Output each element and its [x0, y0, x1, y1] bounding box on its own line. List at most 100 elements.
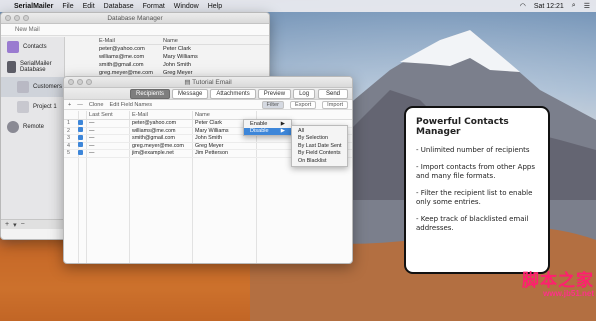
mail-window-title: ▤ Tutorial Email: [64, 78, 352, 86]
add-recipient-button[interactable]: +: [68, 102, 71, 108]
remove-icon[interactable]: −: [21, 221, 25, 228]
cell-last-sent: —: [89, 120, 95, 127]
menu-window[interactable]: Window: [174, 3, 199, 10]
submenu-arrow-icon: ▶: [280, 120, 285, 127]
customers-icon: [17, 81, 29, 93]
tab-preview[interactable]: Preview: [257, 88, 292, 99]
column-header-last-sent[interactable]: Last Sent: [86, 112, 129, 118]
column-header[interactable]: E-Mail: [99, 38, 163, 44]
zoom-icon[interactable]: [86, 79, 92, 85]
mail-titlebar: ▤ Tutorial Email: [64, 77, 352, 88]
table-row[interactable]: smith@gmail.com John Smith: [99, 61, 269, 69]
cell-name: Jim Petterson: [195, 150, 228, 157]
sidebar-label: Contacts: [23, 44, 47, 50]
submenu-item-by-last-date-sent[interactable]: By Last Date Sent: [292, 142, 347, 150]
sidebar-item-project[interactable]: Project 1: [1, 97, 64, 117]
filter-button[interactable]: Filter: [261, 100, 284, 109]
menu-item-disable[interactable]: Disable ▶: [244, 127, 291, 135]
edit-field-names-button[interactable]: Edit Field Names: [110, 102, 153, 108]
zoom-icon[interactable]: [23, 15, 29, 21]
enabled-checkbox[interactable]: [78, 149, 83, 155]
list-icon[interactable]: ☰: [584, 2, 590, 10]
cell-last-sent: —: [89, 135, 95, 142]
submenu-item-all[interactable]: All: [292, 127, 347, 135]
callout-point: - Unlimited number of recipients: [416, 146, 530, 154]
sidebar-item-customers[interactable]: Customers: [1, 77, 64, 97]
cell: smith@gmail.com: [99, 62, 144, 68]
cell: williams@me.com: [99, 54, 145, 60]
contacts-icon: [7, 41, 19, 53]
callout-title: Powerful Contacts Manager: [416, 117, 509, 137]
close-icon[interactable]: [68, 79, 74, 85]
submenu-item-on-blacklist[interactable]: On Blacklist: [292, 157, 347, 165]
project-icon: [17, 101, 29, 113]
dropdown-icon[interactable]: ▾: [13, 221, 17, 229]
table-row[interactable]: williams@me.com Mary Williams: [99, 53, 269, 61]
new-mail-button[interactable]: New Mail: [1, 24, 269, 36]
wifi-icon[interactable]: ◠: [520, 2, 526, 10]
cell-email: peter@yahoo.com: [132, 120, 177, 127]
callout-point: - Filter the recipient list to enable on…: [416, 189, 533, 206]
cell: John Smith: [163, 62, 191, 68]
minimize-icon[interactable]: [14, 15, 20, 21]
tab-message[interactable]: Message: [172, 88, 209, 99]
close-icon[interactable]: [5, 15, 11, 21]
table-header: E-Mail Name: [99, 37, 269, 45]
filter-menu: Enable ▶ Disable ▶: [243, 119, 292, 136]
enabled-checkbox[interactable]: [78, 119, 83, 125]
submenu-item-by-selection[interactable]: By Selection: [292, 135, 347, 143]
submenu-item-by-field-contents[interactable]: By Field Contents: [292, 150, 347, 158]
menu-bar: SerialMailer File Edit Database Format W…: [0, 0, 596, 12]
tab-attachments[interactable]: Attachments: [210, 88, 256, 99]
column-header[interactable]: Name: [163, 38, 178, 44]
sidebar-label: Customers: [33, 84, 63, 90]
tab-log[interactable]: Log: [293, 88, 316, 99]
send-button[interactable]: Send: [317, 88, 348, 99]
cell-email: williams@me.com: [132, 127, 176, 134]
cell: Peter Clark: [163, 46, 191, 52]
menu-item-label: Enable: [250, 120, 268, 127]
menu-help[interactable]: Help: [208, 3, 222, 10]
enabled-checkbox[interactable]: [78, 134, 83, 140]
menu-item-enable[interactable]: Enable ▶: [244, 120, 291, 128]
add-icon[interactable]: +: [5, 221, 9, 228]
tutorial-email-window: ▤ Tutorial Email Recipients Message Atta…: [63, 76, 353, 264]
import-button[interactable]: Import: [322, 100, 348, 109]
menu-file[interactable]: File: [62, 3, 73, 10]
row-number: 1: [67, 120, 70, 127]
export-button[interactable]: Export: [289, 100, 317, 109]
enabled-checkbox[interactable]: [78, 127, 83, 133]
menu-format[interactable]: Format: [143, 3, 165, 10]
db-window-title: Database Manager: [107, 14, 163, 22]
recipients-toolbar: + — Clone Edit Field Names Filter Export…: [64, 100, 352, 110]
cell-email: jim@example.net: [132, 150, 174, 157]
cell: Mary Williams: [163, 54, 198, 60]
sidebar-item-contacts[interactable]: Contacts: [1, 37, 64, 57]
cell-email: smith@gmail.com: [132, 135, 175, 142]
clone-button[interactable]: Clone: [89, 102, 104, 108]
sidebar-footer: + ▾ −: [1, 219, 65, 229]
menu-database[interactable]: Database: [104, 3, 134, 10]
minimize-icon[interactable]: [77, 79, 83, 85]
sidebar-item-database[interactable]: SerialMailer Database: [1, 57, 64, 77]
menu-edit[interactable]: Edit: [83, 3, 95, 10]
menu-item-label: Disable: [250, 128, 269, 135]
callout-point: - Keep track of blacklisted email addres…: [416, 215, 529, 232]
cell: peter@yahoo.com: [99, 46, 145, 52]
clock[interactable]: Sat 12:21: [534, 3, 564, 10]
menu-app-name[interactable]: SerialMailer: [14, 3, 53, 10]
remove-recipient-button[interactable]: —: [77, 102, 83, 108]
feature-callout: Powerful Contacts Manager - Unlimited nu…: [404, 106, 550, 274]
search-icon[interactable]: ⌕: [572, 2, 576, 10]
enabled-checkbox[interactable]: [78, 142, 83, 148]
sidebar-label: Remote: [23, 124, 45, 130]
table-row[interactable]: peter@yahoo.com Peter Clark: [99, 45, 269, 53]
remote-icon: [7, 121, 19, 133]
column-header-name[interactable]: Name: [192, 112, 256, 118]
cell-name: John Smith: [195, 135, 222, 142]
sidebar-item-remote[interactable]: Remote: [1, 117, 64, 137]
column-header-email[interactable]: E-Mail: [129, 112, 192, 118]
tab-recipients[interactable]: Recipients: [130, 88, 171, 99]
database-icon: [7, 61, 16, 73]
row-number: 4: [67, 142, 70, 149]
